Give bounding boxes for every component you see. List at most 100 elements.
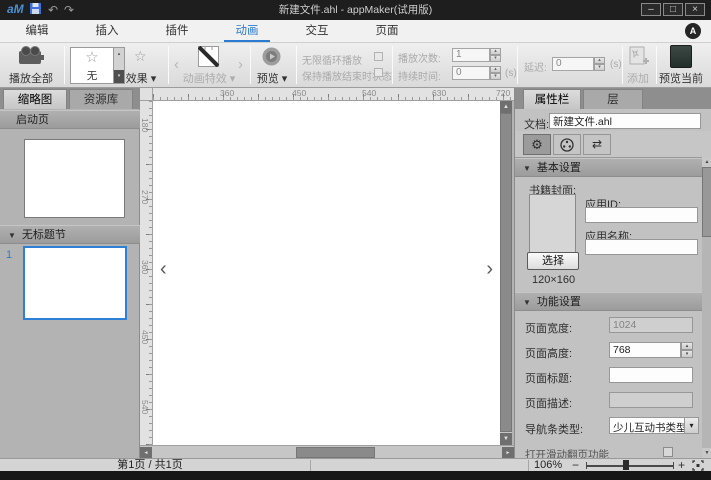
page-height-spinner[interactable]: ▴ ▾ <box>681 342 693 358</box>
save-icon[interactable] <box>30 3 41 17</box>
book-cover-preview[interactable] <box>529 194 576 259</box>
reel-icon[interactable] <box>553 134 581 155</box>
ruler-label: 450 <box>140 330 150 345</box>
canvas-hscrollbar: ◄ ► <box>140 445 514 459</box>
page-number-label: 1 <box>6 249 13 261</box>
settings-gear-icon[interactable]: ⚙ <box>523 134 551 155</box>
appmaker-window: aM ↶ ↷ 新建文件.ahl - appMaker(试用版) – □ × 编辑… <box>0 0 711 480</box>
delay-label: 延迟: <box>524 63 547 74</box>
app-name-input[interactable] <box>585 239 698 255</box>
page-height-label: 页面高度: <box>525 348 573 360</box>
play-count-spinner[interactable]: ▴ ▾ <box>490 48 501 62</box>
swap-arrows-icon[interactable]: ⇄ <box>583 134 611 155</box>
document-name-input[interactable] <box>549 113 701 129</box>
effect-none-box[interactable]: ☆ 无 <box>70 47 114 84</box>
startup-page-thumbnail[interactable] <box>24 139 125 218</box>
basic-settings-header[interactable]: ▼ 基本设置 <box>515 158 711 177</box>
navbar-type-value: 少儿互动书类型 <box>613 422 687 434</box>
function-settings-header[interactable]: ▼ 功能设置 <box>515 292 711 311</box>
tab-layers[interactable]: 层 <box>583 89 643 109</box>
horizontal-ruler: 360 450 540 630 720 <box>153 88 514 101</box>
spinner-up-icon: ▴ <box>490 48 501 55</box>
close-button[interactable]: × <box>685 3 705 16</box>
effects-dropdown-button[interactable]: 效果 ▾ <box>118 70 164 86</box>
keep-state-checkbox[interactable] <box>374 68 383 77</box>
document-label: 文档: <box>524 119 550 131</box>
undo-icon[interactable]: ↶ <box>48 3 58 17</box>
ruler-label: 360 <box>140 260 150 275</box>
clipped-option-checkbox[interactable] <box>663 447 673 457</box>
page-height-input[interactable] <box>609 342 681 358</box>
panel-scrollbar-thumb[interactable] <box>702 167 711 237</box>
zoom-in-icon[interactable]: + <box>678 458 685 472</box>
loop-checkbox[interactable] <box>374 52 383 61</box>
ruler-label: 540 <box>362 88 377 98</box>
delay-spinner[interactable]: ▴ ▾ <box>594 57 605 71</box>
scroll-up-button[interactable]: ▲ <box>500 101 512 113</box>
play-count-input[interactable]: 1 <box>452 48 490 62</box>
fx-next-icon[interactable]: › <box>238 56 243 73</box>
minimize-button[interactable]: – <box>641 3 661 16</box>
scroll-down-button[interactable]: ▼ <box>500 433 512 445</box>
redo-icon[interactable]: ↷ <box>64 3 74 17</box>
menu-tab-plugin[interactable]: 插件 <box>154 20 200 42</box>
page-desc-label: 页面描述: <box>525 398 573 410</box>
duration-input[interactable]: 0 <box>452 66 490 80</box>
next-page-arrow[interactable]: › <box>486 259 493 279</box>
vscrollbar-thumb[interactable] <box>500 113 512 432</box>
ruler-label: 630 <box>432 88 447 98</box>
scroll-up-button[interactable]: ▲ <box>702 157 711 167</box>
tab-thumbnails[interactable]: 缩略图 <box>3 89 67 109</box>
scroll-up-icon[interactable]: ▴ <box>114 48 124 61</box>
properties-panel: 属性栏 层 文档: ⚙ ⇄ ▼基本设置 书籍封面: 应用ID: 应用名称: 选择… <box>514 88 711 461</box>
delay-input[interactable]: 0 <box>552 57 594 71</box>
tab-resources[interactable]: 资源库 <box>69 89 133 109</box>
tab-properties[interactable]: 属性栏 <box>523 89 581 109</box>
untitled-section-header[interactable]: ▼ 无标题节 <box>0 225 140 244</box>
delay-unit: (s) <box>610 59 622 70</box>
page-1-thumbnail-selected[interactable] <box>23 246 127 320</box>
appmaker-badge-icon[interactable]: A <box>685 23 701 39</box>
vertical-ruler: 180 270 360 450 540 <box>140 101 153 445</box>
caret-down-icon: ▾ <box>281 73 288 85</box>
menu-tab-page[interactable]: 页面 <box>364 20 410 42</box>
right-panel-tabstrip: 属性栏 层 <box>515 88 711 109</box>
menu-tab-animation[interactable]: 动画 <box>224 20 270 42</box>
menu-tab-edit[interactable]: 编辑 <box>14 20 60 42</box>
page-desc-input <box>609 392 693 408</box>
app-id-input[interactable] <box>585 207 698 223</box>
collapse-icon: ▼ <box>523 164 531 173</box>
hscrollbar-thumb[interactable] <box>296 447 375 458</box>
menu-tab-insert[interactable]: 插入 <box>84 20 130 42</box>
menu-tab-interaction[interactable]: 交互 <box>294 20 340 42</box>
collapse-icon: ▼ <box>523 298 531 307</box>
caret-down-icon: ▾ <box>229 73 236 85</box>
preview-icon <box>262 47 281 69</box>
ruler-label: 180 <box>140 118 150 133</box>
dropdown-arrow-icon[interactable]: ▾ <box>684 418 698 433</box>
page-title-input[interactable] <box>609 367 693 383</box>
property-icon-row: ⚙ ⇄ <box>515 131 711 158</box>
duration-spinner[interactable]: ▴ ▾ <box>490 66 501 80</box>
anim-fx-dropdown-button[interactable]: 动画特效 ▾ <box>176 70 242 86</box>
maximize-button[interactable]: □ <box>663 3 683 16</box>
effects-star-icon: ☆ <box>134 48 147 64</box>
preview-current-button[interactable]: 预览当前 <box>652 70 710 86</box>
preview-dropdown-button[interactable]: 预览 ▾ <box>250 70 294 86</box>
play-all-button[interactable]: 播放全部 <box>2 70 60 86</box>
loop-checkbox-label: 无限循环播放 <box>302 56 362 67</box>
title-bar: aM ↶ ↷ 新建文件.ahl - appMaker(试用版) – □ × <box>0 0 711 20</box>
page-canvas[interactable]: ‹ › <box>153 101 500 445</box>
select-cover-button[interactable]: 选择 <box>527 252 579 270</box>
spinner-down-icon: ▾ <box>490 73 501 80</box>
scroll-down-button[interactable]: ▼ <box>702 448 711 458</box>
ruler-corner <box>140 88 153 101</box>
zoom-slider-track[interactable] <box>586 465 674 467</box>
zoom-slider-thumb[interactable] <box>623 460 629 470</box>
navbar-type-dropdown[interactable]: 少儿互动书类型 ▾ <box>609 417 699 434</box>
play-all-icon <box>18 46 44 69</box>
zoom-out-icon[interactable]: − <box>572 458 579 472</box>
spinner-up-icon: ▴ <box>490 66 501 73</box>
prev-page-arrow[interactable]: ‹ <box>160 259 167 279</box>
cover-size-label: 120×160 <box>532 274 576 286</box>
